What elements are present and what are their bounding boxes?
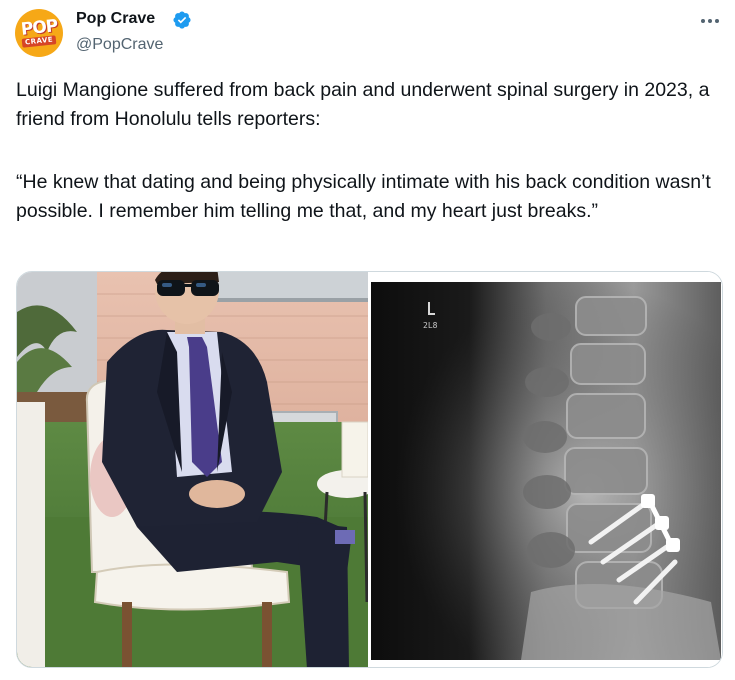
handle[interactable]: @PopCrave [76,35,163,55]
xray-corner-text: 2L8 [423,321,438,330]
tweet-text-paragraph: “He knew that dating and being physicall… [16,171,711,222]
verified-badge-icon[interactable] [172,10,192,30]
tweet-text-paragraph: Luigi Mangione suffered from back pain a… [16,79,710,130]
tweet: POP CRAVE Pop Crave @PopCrave Luigi Mang… [0,0,735,680]
media-grid: 2L8 [16,271,723,668]
avatar[interactable]: POP CRAVE [15,9,63,57]
person-in-suit-photo[interactable] [17,272,368,667]
more-options-icon[interactable] [696,10,724,32]
spine-xray-photo[interactable]: 2L8 [371,272,722,667]
display-name[interactable]: Pop Crave [76,9,155,29]
